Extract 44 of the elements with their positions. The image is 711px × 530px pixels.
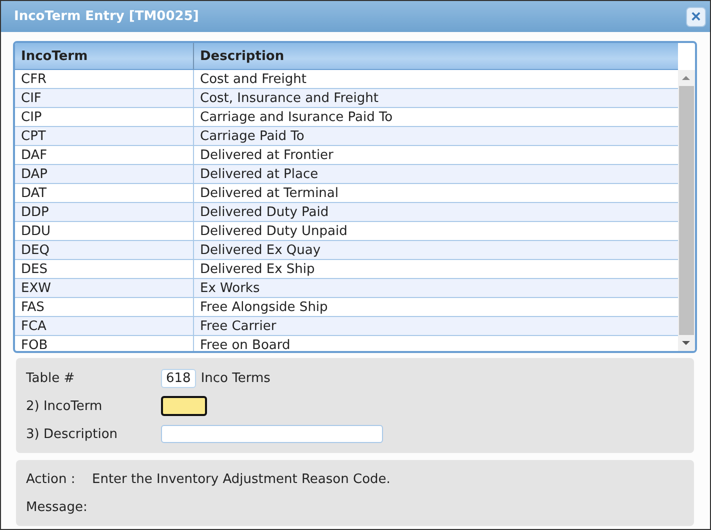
message-label: Message: xyxy=(26,500,88,514)
field-label: 2) IncoTerm xyxy=(26,398,104,414)
close-button[interactable]: × xyxy=(686,6,706,26)
table-cell: CPT xyxy=(15,127,194,145)
table-cell-text: Carriage Paid To xyxy=(199,128,306,145)
table-cell: CIP xyxy=(15,108,194,126)
field-label: Table # xyxy=(26,370,76,386)
table-cell-text: Delivered Ex Ship xyxy=(199,261,316,278)
window-title: IncoTerm Entry [TM0025] xyxy=(14,9,199,24)
table-cell-text: Free Alongside Ship xyxy=(199,299,329,316)
table-cell-text: Delivered Duty Paid xyxy=(199,204,330,221)
column-header[interactable]: IncoTerm xyxy=(15,43,194,70)
table-cell: DAP xyxy=(15,165,194,183)
table-cell: FOB xyxy=(15,336,194,351)
table-name: Inco Terms xyxy=(200,370,270,386)
table-cell: DDP xyxy=(15,203,194,221)
table-number-field[interactable]: 618 xyxy=(161,368,196,388)
table-cell: DAF xyxy=(15,146,194,164)
table-cell-text: Delivered at Terminal xyxy=(199,185,340,202)
table-cell: CFR xyxy=(15,70,194,88)
table-cell-text: Free on Board xyxy=(199,337,292,351)
table-cell-text: Free Carrier xyxy=(199,318,278,335)
table-cell: FCA xyxy=(15,317,194,335)
scrollbar[interactable] xyxy=(678,70,695,351)
table-cell-text: Cost and Freight xyxy=(199,71,308,88)
action-label: Action : xyxy=(26,472,76,486)
table-cell-text: Delivered at Place xyxy=(199,166,320,183)
table-cell-text: Carriage and Isurance Paid To xyxy=(199,109,394,126)
table-cell-text: Delivered Duty Unpaid xyxy=(199,223,348,240)
table-cell-text: Ex Works xyxy=(199,280,261,297)
table-cell: DAT xyxy=(15,184,194,202)
table-cell: DEQ xyxy=(15,241,194,259)
action-text: Enter the Inventory Adjustment Reason Code. xyxy=(92,472,390,486)
table-cell-text: Delivered Ex Quay xyxy=(199,242,322,259)
table-cell: FAS xyxy=(15,298,194,316)
input-field[interactable] xyxy=(161,396,207,416)
table-cell: CIF xyxy=(15,89,194,107)
table-cell-text: Cost, Insurance and Freight xyxy=(199,90,380,107)
table-cell-text: Delivered at Frontier xyxy=(199,147,334,164)
table-cell: DES xyxy=(15,260,194,278)
table-cell: DDU xyxy=(15,222,194,240)
column-header[interactable]: Description xyxy=(194,43,678,70)
table-cell: EXW xyxy=(15,279,194,297)
field-label: 3) Description xyxy=(26,426,119,442)
